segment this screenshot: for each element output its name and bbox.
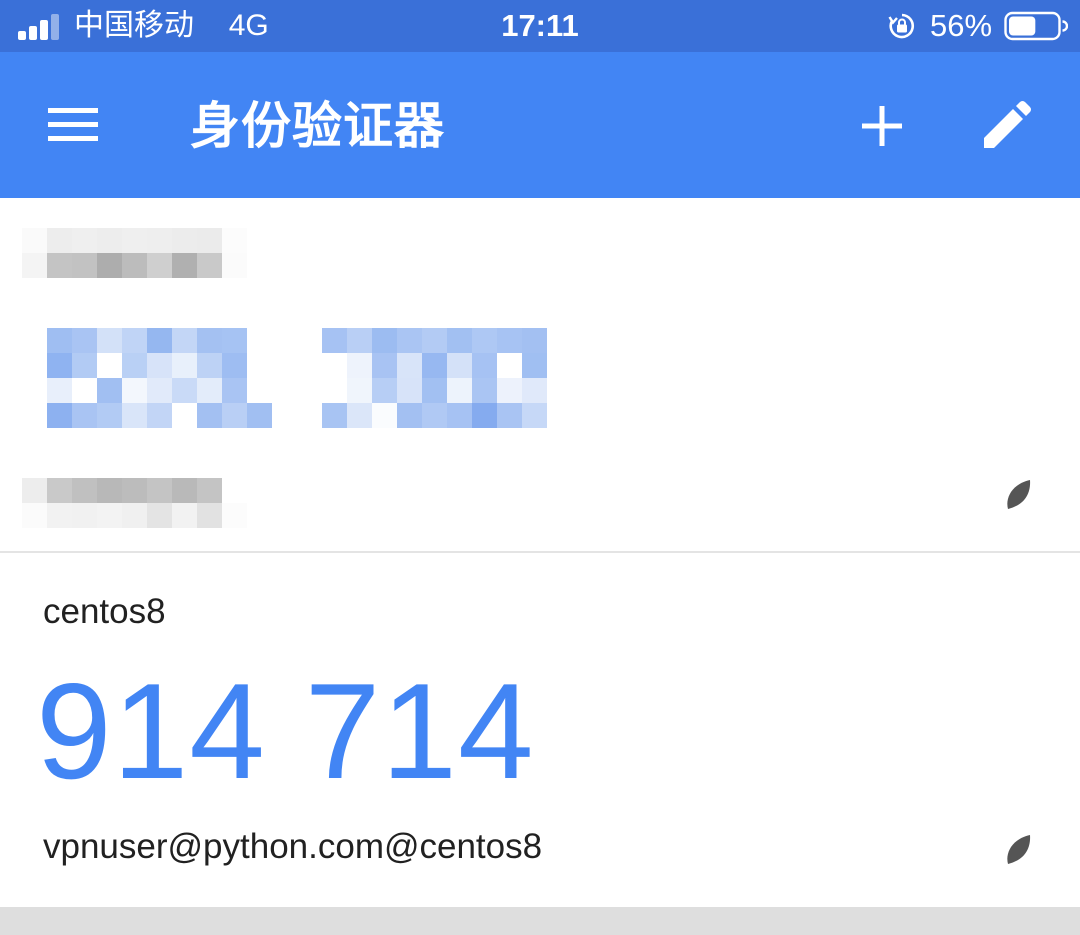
orientation-lock-icon xyxy=(888,13,915,39)
account-entry[interactable]: centos8 914 714 vpnuser@python.com@cento… xyxy=(0,553,1080,907)
plus-icon[interactable] xyxy=(858,102,906,150)
status-bar: 中国移动 4G 17:11 56% xyxy=(0,0,1080,52)
countdown-timer-icon xyxy=(1007,480,1031,509)
hamburger-menu-icon[interactable] xyxy=(44,102,102,148)
redacted-code xyxy=(47,328,272,428)
pencil-icon[interactable] xyxy=(978,98,1034,154)
status-time: 17:11 xyxy=(501,8,579,43)
redacted-code xyxy=(322,328,547,428)
app-bar: 身份验证器 xyxy=(0,52,1080,198)
battery-icon xyxy=(1004,11,1068,41)
otp-code[interactable]: 914 714 xyxy=(36,661,535,801)
account-name: vpnuser@python.com@centos8 xyxy=(43,827,543,866)
list-footer xyxy=(0,907,1080,935)
battery-percent: 56% xyxy=(930,8,993,43)
redacted-account-name xyxy=(22,478,247,528)
issuer-name: centos8 xyxy=(43,592,166,631)
countdown-timer-icon xyxy=(1007,835,1031,864)
app-title: 身份验证器 xyxy=(190,98,445,154)
redacted-issuer xyxy=(22,228,247,278)
account-entry[interactable] xyxy=(0,198,1080,551)
